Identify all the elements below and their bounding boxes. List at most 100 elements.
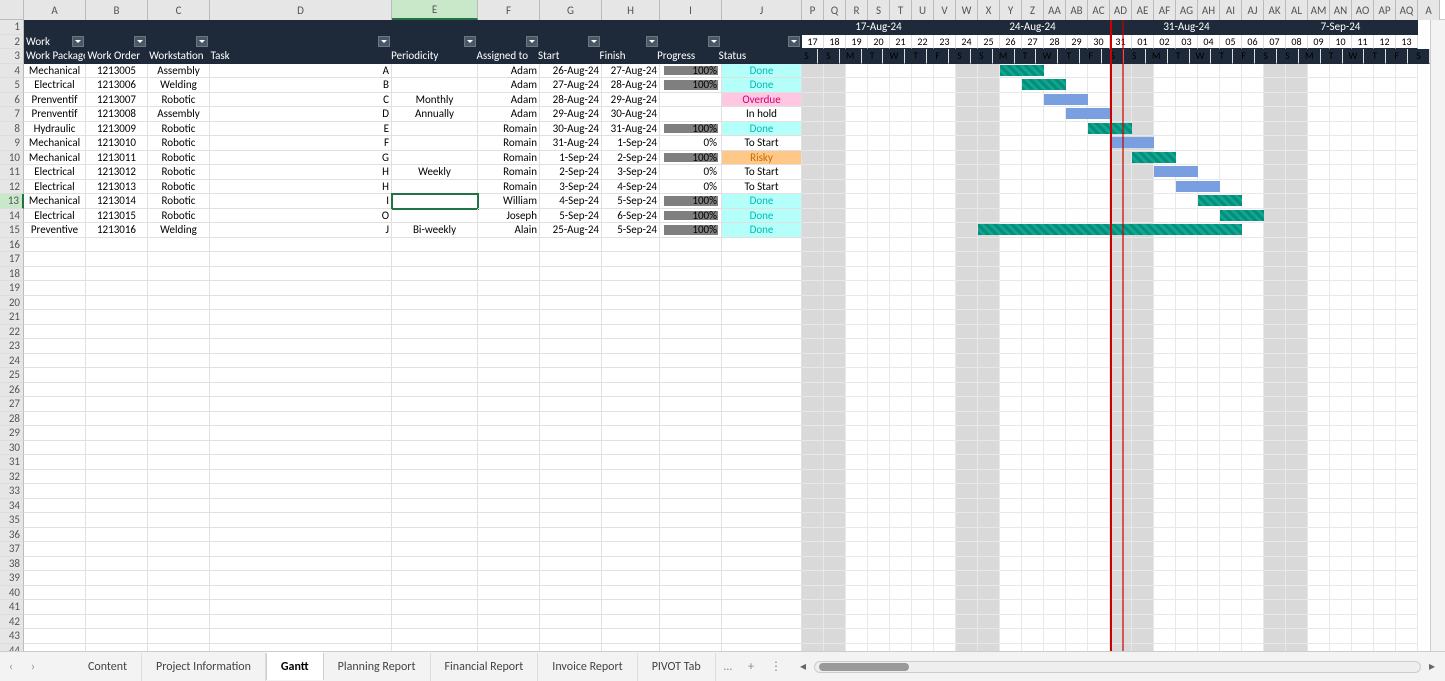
timeline-daylet-7[interactable]: S xyxy=(949,49,971,64)
cell-empty[interactable] xyxy=(148,629,210,644)
cell-empty[interactable] xyxy=(210,354,392,369)
header-blank-C[interactable] xyxy=(148,20,210,35)
timeline-daynum-17[interactable]: 17 xyxy=(802,35,824,50)
tl-cell[interactable] xyxy=(890,180,912,195)
cell-empty[interactable] xyxy=(722,629,802,644)
tl-cell[interactable] xyxy=(802,223,824,238)
cell-B-15[interactable]: 1213016 xyxy=(86,223,148,238)
row-header-14[interactable]: 14 xyxy=(0,209,24,224)
timeline-daylet-10[interactable]: T xyxy=(1015,49,1037,64)
cell-D-13[interactable]: I xyxy=(210,194,392,209)
cell-empty[interactable] xyxy=(148,238,210,253)
cell-empty[interactable] xyxy=(24,528,86,543)
tl-cell[interactable] xyxy=(1000,209,1022,224)
cell-E-9[interactable] xyxy=(392,136,478,151)
cell-empty[interactable] xyxy=(86,600,148,615)
cell-empty[interactable] xyxy=(24,470,86,485)
tl-cell[interactable] xyxy=(890,122,912,137)
tl-cell[interactable] xyxy=(1066,194,1088,209)
tl-cell[interactable] xyxy=(846,209,868,224)
header-blank-E[interactable] xyxy=(392,20,478,35)
cell-C-10[interactable]: Robotic xyxy=(148,151,210,166)
cell-empty[interactable] xyxy=(602,484,660,499)
timeline-daynum-11[interactable]: 11 xyxy=(1352,35,1374,50)
cell-empty[interactable] xyxy=(660,542,722,557)
cell-empty[interactable] xyxy=(86,325,148,340)
row-header-18[interactable]: 18 xyxy=(0,267,24,282)
tl-cell[interactable] xyxy=(1176,136,1198,151)
tl-cell[interactable] xyxy=(1286,136,1308,151)
tl-cell[interactable] xyxy=(1352,209,1374,224)
cell-empty[interactable] xyxy=(210,557,392,572)
row-header-31[interactable]: 31 xyxy=(0,455,24,470)
cell-empty[interactable] xyxy=(478,368,540,383)
cell-empty[interactable] xyxy=(540,644,602,652)
cell-empty[interactable] xyxy=(24,412,86,427)
cell-empty[interactable] xyxy=(540,600,602,615)
cell-D-14[interactable]: O xyxy=(210,209,392,224)
cell-B-13[interactable]: 1213014 xyxy=(86,194,148,209)
cell-empty[interactable] xyxy=(392,310,478,325)
row-header-23[interactable]: 23 xyxy=(0,339,24,354)
header-C[interactable]: Workstation xyxy=(147,49,209,64)
sheet-tab-pivot-tab[interactable]: PIVOT Tab xyxy=(638,653,716,681)
spreadsheet-grid[interactable]: ABCDEFGHIJPQRSTUVWXYZAAABACADAEAFAGAHAIA… xyxy=(0,0,1445,651)
cell-empty[interactable] xyxy=(148,325,210,340)
cell-H-10[interactable]: 2-Sep-24 xyxy=(602,151,660,166)
tl-cell[interactable] xyxy=(1220,180,1242,195)
cell-empty[interactable] xyxy=(86,252,148,267)
cell-empty[interactable] xyxy=(540,484,602,499)
cell-empty[interactable] xyxy=(602,470,660,485)
tl-cell[interactable] xyxy=(1264,209,1286,224)
cell-empty[interactable] xyxy=(540,238,602,253)
gantt-bar[interactable] xyxy=(1220,210,1264,221)
cell-empty[interactable] xyxy=(722,397,802,412)
cell-empty[interactable] xyxy=(602,644,660,652)
tl-cell[interactable] xyxy=(1088,93,1110,108)
row-header-16[interactable]: 16 xyxy=(0,238,24,253)
cell-empty[interactable] xyxy=(478,296,540,311)
cell-empty[interactable] xyxy=(602,325,660,340)
horizontal-scrollbar[interactable]: ◂ ▸ xyxy=(790,659,1445,674)
cell-empty[interactable] xyxy=(392,557,478,572)
cell-I-6[interactable] xyxy=(660,93,722,108)
cell-I-5[interactable]: 100% xyxy=(660,78,722,93)
tl-cell[interactable] xyxy=(1286,93,1308,108)
timeline-daynum-24[interactable]: 24 xyxy=(956,35,978,50)
cell-empty[interactable] xyxy=(148,615,210,630)
tl-cell[interactable] xyxy=(1308,165,1330,180)
cell-G-5[interactable]: 27-Aug-24 xyxy=(540,78,602,93)
cell-empty[interactable] xyxy=(24,238,86,253)
cell-G-6[interactable]: 28-Aug-24 xyxy=(540,93,602,108)
tl-cell[interactable] xyxy=(1044,122,1066,137)
cell-A-15[interactable]: Preventive xyxy=(24,223,86,238)
cell-empty[interactable] xyxy=(210,281,392,296)
col-header-AQ[interactable]: AQ xyxy=(1396,0,1418,20)
tl-cell[interactable] xyxy=(890,165,912,180)
tl-cell[interactable] xyxy=(934,93,956,108)
cell-empty[interactable] xyxy=(478,325,540,340)
cell-empty[interactable] xyxy=(392,281,478,296)
cell-empty[interactable] xyxy=(722,238,802,253)
cell-empty[interactable] xyxy=(660,600,722,615)
tl-cell[interactable] xyxy=(1352,165,1374,180)
col-header-AJ[interactable]: AJ xyxy=(1242,0,1264,20)
cell-empty[interactable] xyxy=(478,484,540,499)
tl-cell[interactable] xyxy=(1286,151,1308,166)
header-row2-F[interactable] xyxy=(478,35,540,50)
tl-cell[interactable] xyxy=(846,180,868,195)
sheet-tab-planning-report[interactable]: Planning Report xyxy=(324,653,431,681)
col-header-AI[interactable]: AI xyxy=(1220,0,1242,20)
cell-D-7[interactable]: D xyxy=(210,107,392,122)
cell-empty[interactable] xyxy=(602,571,660,586)
row-header-17[interactable]: 17 xyxy=(0,252,24,267)
tl-cell[interactable] xyxy=(1000,194,1022,209)
tl-cell[interactable] xyxy=(1396,165,1418,180)
cell-E-12[interactable] xyxy=(392,180,478,195)
row-header-27[interactable]: 27 xyxy=(0,397,24,412)
tl-cell[interactable] xyxy=(978,93,1000,108)
timeline-daylet-14[interactable]: S xyxy=(1102,49,1124,64)
tl-cell[interactable] xyxy=(890,78,912,93)
filter-dropdown-H[interactable] xyxy=(646,36,658,47)
tl-cell[interactable] xyxy=(1352,136,1374,151)
